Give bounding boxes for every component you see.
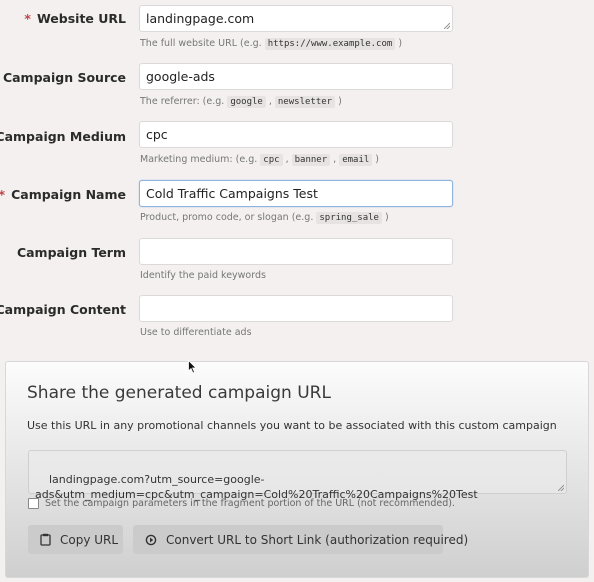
fragment-checkbox-label: Set the campaign parameters in the fragm… [45,498,455,509]
campaign-term-help: Identify the paid keywords [140,270,266,281]
short-link-icon [145,534,157,546]
panel-title: Share the generated campaign URL [27,383,331,403]
campaign-source-help: The referrer: (e.g. google , newsletter … [140,96,342,108]
website-url-help: The full website URL (e.g. https://www.e… [140,38,403,50]
campaign-content-input[interactable] [139,295,453,322]
mouse-cursor-icon [188,359,197,378]
campaign-source-input[interactable]: google-ads [139,63,453,90]
fragment-option: Set the campaign parameters in the fragm… [28,498,455,509]
campaign-term-label: Campaign Term [16,245,126,260]
website-url-input[interactable]: landingpage.com [139,5,453,32]
resize-handle[interactable] [558,485,564,491]
copy-url-button[interactable]: Copy URL [28,525,123,554]
campaign-content-help: Use to differentiate ads [140,327,252,338]
clipboard-icon [40,533,51,546]
campaign-source-label: *Campaign Source [2,70,126,85]
generated-url-textarea[interactable]: landingpage.com?utm_source=google- ads&u… [28,450,567,501]
campaign-term-input[interactable] [139,238,453,265]
generated-url-panel: Share the generated campaign URL Use thi… [5,361,589,578]
campaign-medium-label: *Campaign Medium [0,129,126,144]
required-marker: * [24,11,31,26]
panel-description: Use this URL in any promotional channels… [27,419,557,432]
campaign-medium-help: Marketing medium: (e.g. cpc , banner , e… [140,154,380,166]
campaign-name-help: Product, promo code, or slogan (e.g. spr… [140,212,389,224]
website-url-label: * Website URL [24,11,126,26]
campaign-medium-input[interactable]: cpc [139,121,453,148]
resize-handle[interactable] [444,23,450,29]
shorten-url-button[interactable]: Convert URL to Short Link (authorization… [133,525,468,554]
campaign-content-label: Campaign Content [0,302,126,317]
required-marker: * [0,187,5,202]
campaign-name-input[interactable]: Cold Traffic Campaigns Test [139,180,453,207]
fragment-checkbox[interactable] [28,498,39,509]
campaign-name-label: *Campaign Name [0,187,126,202]
